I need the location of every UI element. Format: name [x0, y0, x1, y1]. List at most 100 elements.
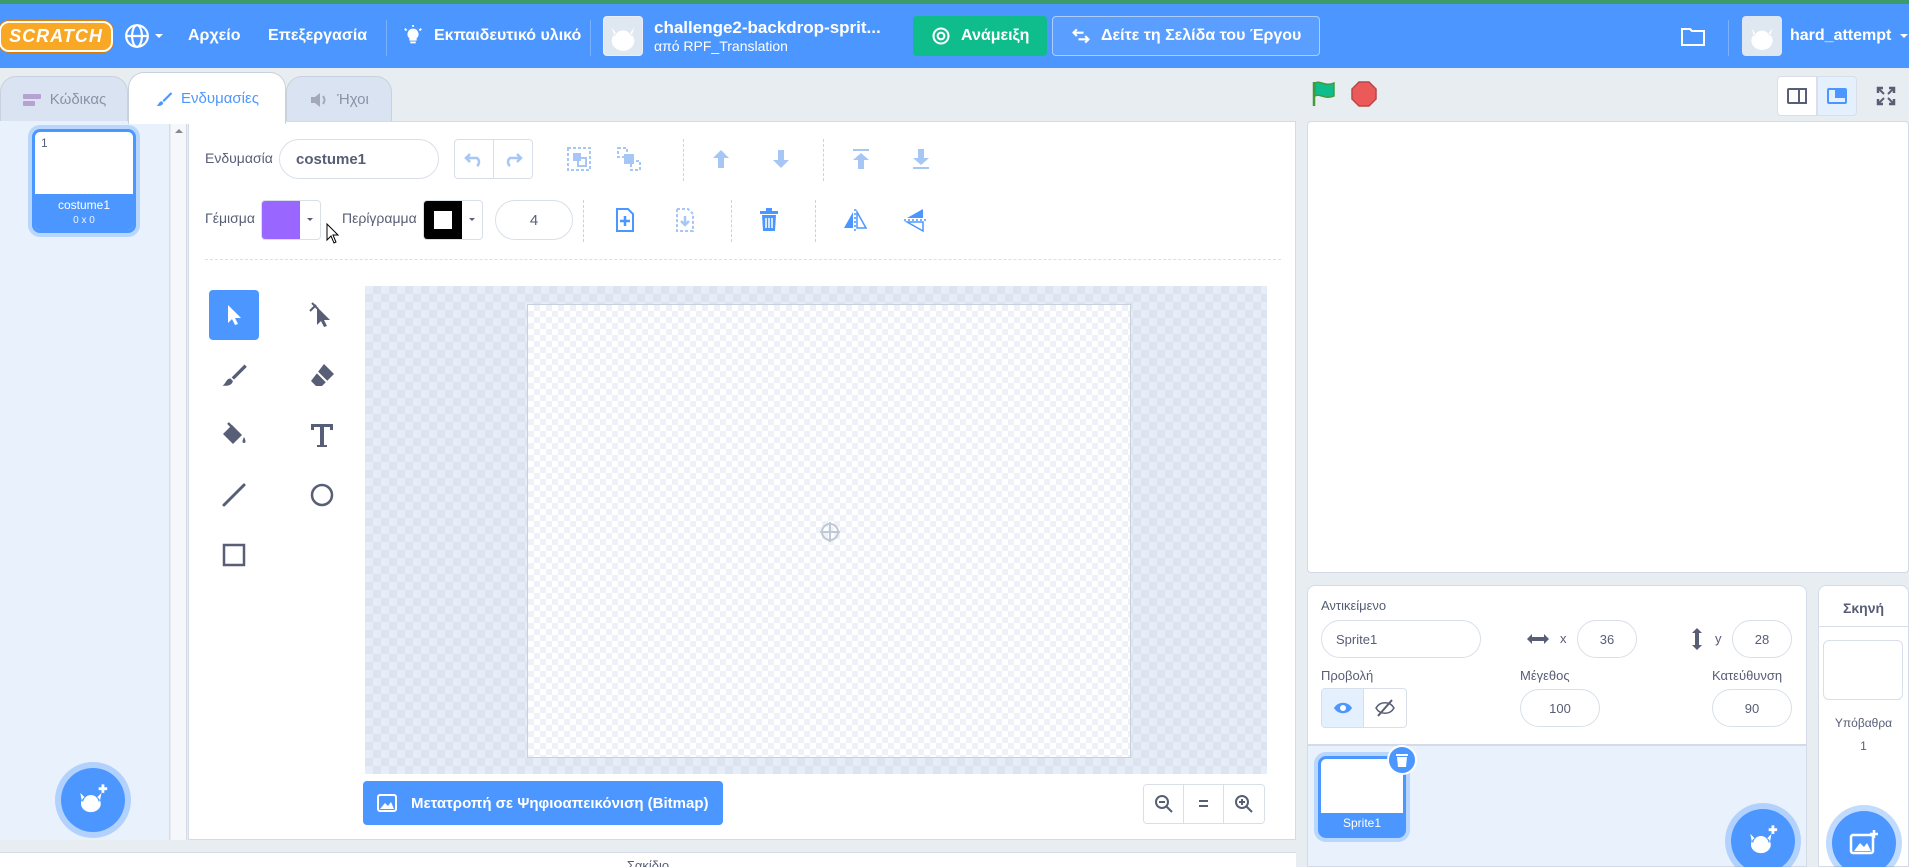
- edit-menu[interactable]: Επεξεργασία: [268, 4, 367, 68]
- choose-backdrop-button[interactable]: [1832, 811, 1896, 867]
- file-menu[interactable]: Αρχείο: [188, 4, 240, 68]
- paste-icon: [676, 208, 694, 232]
- backdrops-count: 1: [1860, 739, 1867, 753]
- folder-icon: [1681, 28, 1705, 46]
- flip-horizontal-icon: [844, 209, 868, 231]
- fill-label: Γέμισμα: [205, 210, 255, 226]
- delete-sprite-button[interactable]: [1387, 745, 1417, 775]
- show-button[interactable]: [1322, 689, 1364, 727]
- drawing-canvas[interactable]: [527, 304, 1131, 758]
- see-project-page-button[interactable]: Δείτε τη Σελίδα του Έργου: [1052, 16, 1321, 56]
- my-stuff-button[interactable]: [1680, 4, 1706, 68]
- zoom-reset-label: =: [1198, 793, 1209, 814]
- zoom-out-button[interactable]: [1144, 785, 1184, 823]
- fill-color-picker[interactable]: [261, 200, 321, 240]
- cat-icon: [1751, 28, 1773, 50]
- outline-color-swatch: [424, 201, 462, 239]
- convert-to-bitmap-button[interactable]: Μετατροπή σε Ψηφιοαπεικόνιση (Bitmap): [363, 781, 723, 825]
- outline-color-picker[interactable]: [423, 200, 483, 240]
- sprite-name-input[interactable]: Sprite1: [1321, 620, 1481, 658]
- flip-horizontal-button[interactable]: [835, 200, 875, 240]
- stage-thumbnail[interactable]: [1823, 640, 1903, 700]
- hide-button[interactable]: [1364, 689, 1406, 727]
- costume-size: 0 x 0: [73, 215, 95, 226]
- large-stage-icon: [1827, 88, 1847, 104]
- brush-icon: [222, 364, 247, 386]
- select-tool[interactable]: [209, 290, 259, 340]
- horizontal-arrows-icon: [1527, 634, 1549, 644]
- back-button[interactable]: [901, 139, 941, 179]
- group-button[interactable]: [559, 139, 599, 179]
- choose-costume-button[interactable]: [61, 768, 125, 832]
- outline-label: Περίγραμμα: [342, 210, 417, 226]
- zoom-reset-button[interactable]: =: [1184, 785, 1224, 823]
- scratch-logo[interactable]: SCRATCH: [0, 4, 113, 68]
- reshape-tool[interactable]: [297, 290, 347, 340]
- fill-tool[interactable]: [209, 410, 259, 460]
- fullscreen-button[interactable]: [1866, 76, 1906, 116]
- eraser-tool[interactable]: [297, 350, 347, 400]
- delete-button[interactable]: [749, 200, 789, 240]
- flip-vertical-button[interactable]: [895, 200, 935, 240]
- eye-icon: [1333, 702, 1352, 714]
- front-button[interactable]: [841, 139, 881, 179]
- costume-item[interactable]: 1 costume1 0 x 0: [32, 129, 136, 233]
- tutorials-button[interactable]: Εκπαιδευτικό υλικό: [402, 4, 581, 68]
- avatar: [1742, 16, 1782, 56]
- green-flag-button[interactable]: [1310, 80, 1338, 111]
- speaker-icon: [311, 92, 326, 107]
- account-menu[interactable]: hard_attempt: [1742, 4, 1909, 68]
- redo-button[interactable]: [493, 139, 533, 179]
- stage-selector[interactable]: Σκηνή Υπόβαθρα 1: [1818, 585, 1909, 867]
- tab-sounds[interactable]: Ήχοι: [286, 76, 392, 122]
- image-icon: [377, 794, 397, 812]
- undo-button[interactable]: [454, 139, 494, 179]
- tab-costumes[interactable]: Ενδυμασίες: [128, 72, 286, 124]
- remix-button[interactable]: Ανάμειξη: [913, 16, 1048, 56]
- stage-canvas[interactable]: [1307, 121, 1909, 573]
- green-flag-icon: [1312, 81, 1335, 106]
- copy-button[interactable]: [605, 200, 645, 240]
- costume-list-scrollbar[interactable]: [171, 121, 187, 840]
- small-stage-button[interactable]: [1777, 76, 1817, 116]
- cat-plus-icon: [1750, 825, 1778, 854]
- rectangle-tool[interactable]: [209, 530, 259, 580]
- costume-name-input[interactable]: costume1: [279, 139, 439, 179]
- tab-code[interactable]: Κώδικας: [0, 76, 128, 122]
- direction-input[interactable]: 90: [1712, 689, 1792, 727]
- forward-button[interactable]: [701, 139, 741, 179]
- menu-divider: [386, 20, 387, 56]
- backpack[interactable]: Σακίδιο: [0, 852, 1296, 867]
- brush-tool[interactable]: [209, 350, 259, 400]
- backward-button[interactable]: [761, 139, 801, 179]
- choose-sprite-button[interactable]: [1731, 809, 1795, 867]
- stage-title-divider: [1819, 626, 1908, 627]
- x-input[interactable]: 36: [1577, 620, 1637, 658]
- tab-code-label: Κώδικας: [49, 91, 107, 108]
- globe-icon: [125, 24, 149, 48]
- paste-button[interactable]: [665, 200, 705, 240]
- size-input[interactable]: 100: [1520, 689, 1600, 727]
- ungroup-icon: [617, 147, 641, 171]
- sprite-info-panel: Αντικείμενο Sprite1 x 36 y 28 Προβολή Μέ…: [1307, 585, 1807, 745]
- remix-label: Ανάμειξη: [961, 27, 1030, 44]
- line-tool[interactable]: [209, 470, 259, 520]
- language-button[interactable]: [124, 4, 164, 68]
- project-title[interactable]: challenge2-backdrop-sprit...: [654, 18, 881, 38]
- stage-title: Σκηνή: [1842, 600, 1885, 616]
- large-stage-button[interactable]: [1817, 76, 1857, 116]
- costume-name-label: Ενδυμασία: [205, 150, 273, 166]
- y-input[interactable]: 28: [1732, 620, 1792, 658]
- text-tool[interactable]: [297, 410, 347, 460]
- caret-down-icon: [469, 218, 475, 221]
- caret-down-icon: [155, 34, 163, 38]
- sprite-item[interactable]: Sprite1: [1318, 745, 1417, 838]
- zoom-in-button[interactable]: [1224, 785, 1264, 823]
- tutorials-label: Εκπαιδευτικό υλικό: [434, 27, 582, 44]
- brush-icon: [156, 91, 173, 106]
- circle-tool[interactable]: [297, 470, 347, 520]
- stop-button[interactable]: [1350, 80, 1378, 111]
- outline-width-input[interactable]: 4: [495, 200, 573, 240]
- trash-icon: [1396, 754, 1408, 767]
- ungroup-button[interactable]: [609, 139, 649, 179]
